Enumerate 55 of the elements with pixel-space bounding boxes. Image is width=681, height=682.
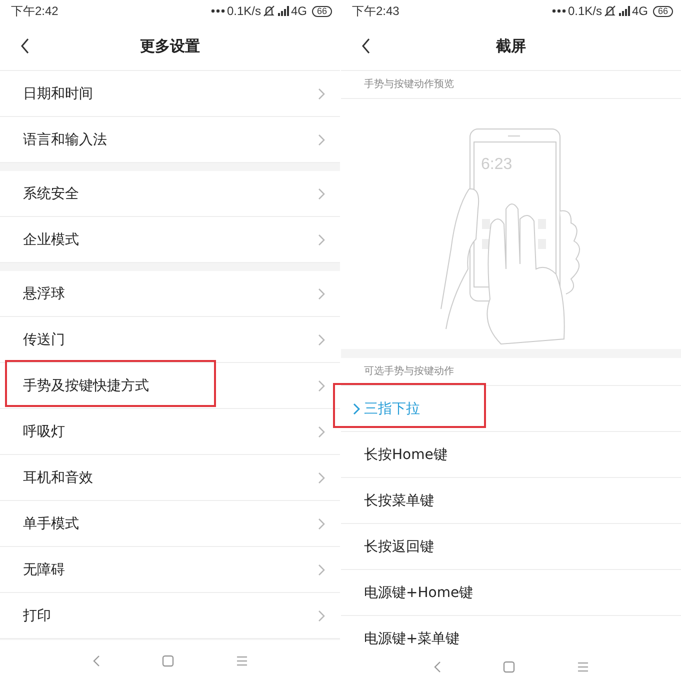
item-label: 长按返回键 bbox=[364, 538, 434, 556]
chevron-icon bbox=[317, 378, 326, 392]
item-label: 长按Home键 bbox=[364, 446, 448, 464]
home-icon[interactable] bbox=[503, 661, 515, 673]
status-time: 下午2:42 bbox=[11, 2, 58, 20]
home-icon[interactable] bbox=[162, 655, 174, 667]
item-label: 系统安全 bbox=[23, 184, 79, 202]
battery-level: 66 bbox=[652, 6, 673, 16]
item-label: 耳机和音效 bbox=[23, 468, 93, 486]
item-label: 无障碍 bbox=[23, 560, 65, 578]
item-label: 语言和输入法 bbox=[23, 130, 107, 148]
section-label: 手势与按键动作预览 bbox=[341, 71, 681, 99]
back-icon[interactable] bbox=[361, 38, 371, 54]
item-label: 单手模式 bbox=[23, 514, 79, 532]
item-label: 日期和时间 bbox=[23, 84, 93, 102]
item-label: 长按菜单键 bbox=[364, 492, 434, 510]
status-time: 下午2:43 bbox=[352, 2, 400, 20]
network-type: 4G bbox=[290, 4, 307, 18]
chevron-icon bbox=[317, 286, 326, 300]
chevron-icon bbox=[317, 424, 326, 438]
back-icon[interactable] bbox=[20, 38, 30, 54]
item-label: 打印 bbox=[23, 606, 51, 624]
settings-item[interactable]: 手势及按键快捷方式 bbox=[0, 363, 340, 409]
item-label: 传送门 bbox=[23, 330, 65, 348]
section-label: 可选手势与按键动作 bbox=[341, 358, 681, 386]
menu-icon[interactable] bbox=[236, 656, 248, 666]
muted-bell-icon bbox=[262, 5, 275, 17]
chevron-icon bbox=[317, 186, 326, 200]
item-label: 悬浮球 bbox=[23, 284, 65, 302]
item-label: 呼吸灯 bbox=[23, 422, 65, 440]
item-label: 企业模式 bbox=[23, 230, 79, 248]
more-icon bbox=[552, 8, 566, 14]
chevron-icon bbox=[317, 332, 326, 346]
network-type: 4G bbox=[632, 4, 648, 18]
chevron-icon bbox=[317, 516, 326, 530]
menu-icon[interactable] bbox=[577, 662, 589, 672]
more-icon bbox=[210, 8, 225, 14]
chevron-icon bbox=[317, 132, 326, 146]
muted-bell-icon bbox=[604, 5, 616, 17]
signal-icon bbox=[618, 5, 630, 17]
signal-icon bbox=[276, 5, 289, 17]
chevron-icon bbox=[317, 608, 326, 622]
item-label: 三指下拉 bbox=[364, 400, 420, 418]
battery-level: 66 bbox=[312, 6, 332, 16]
network-speed: 0.1K/s bbox=[568, 4, 602, 18]
chevron-icon bbox=[317, 232, 326, 246]
network-speed: 0.1K/s bbox=[226, 4, 261, 18]
chevron-icon bbox=[317, 562, 326, 576]
chevron-icon bbox=[317, 86, 326, 100]
item-label: 电源键+Home键 bbox=[364, 584, 474, 602]
screen-title: 更多设置 bbox=[140, 36, 200, 56]
chevron-icon bbox=[317, 470, 326, 484]
item-label: 电源键+菜单键 bbox=[364, 630, 460, 648]
screen-title: 截屏 bbox=[496, 36, 526, 56]
item-label: 手势及按键快捷方式 bbox=[23, 376, 149, 394]
